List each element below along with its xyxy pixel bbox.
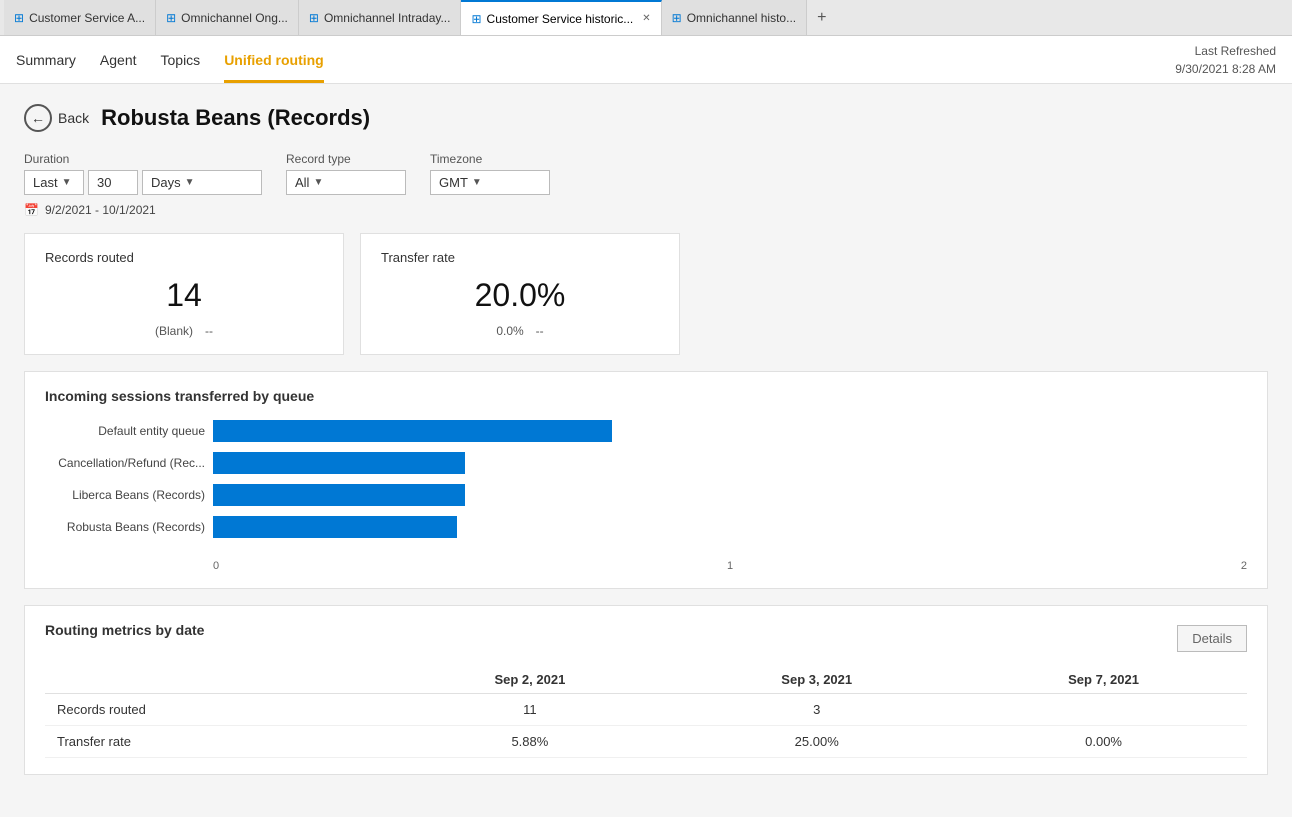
- nav-unified-routing[interactable]: Unified routing: [224, 36, 324, 83]
- nav-bar: Summary Agent Topics Unified routing Las…: [0, 36, 1292, 84]
- chevron-down-icon-3: ▼: [313, 177, 323, 188]
- table-row: Records routed113: [45, 694, 1247, 726]
- tab-bar: ⊞ Customer Service A... ⊞ Omnichannel On…: [0, 0, 1292, 36]
- tab-icon-4: ⊞: [471, 12, 481, 26]
- record-type-select[interactable]: All ▼: [286, 170, 406, 195]
- table-cell: 5.88%: [386, 726, 673, 758]
- chevron-down-icon-4: ▼: [472, 177, 482, 188]
- duration-number-input[interactable]: 30: [88, 170, 138, 195]
- nav-summary[interactable]: Summary: [16, 36, 76, 83]
- timezone-filter: Timezone GMT ▼: [430, 152, 550, 195]
- table-row: Transfer rate5.88%25.00%0.00%: [45, 726, 1247, 758]
- nav-links: Summary Agent Topics Unified routing: [16, 36, 324, 83]
- last-refreshed: Last Refreshed 9/30/2021 8:28 AM: [1175, 42, 1276, 78]
- routing-metrics-title: Routing metrics by date: [45, 622, 204, 638]
- bar-row: Cancellation/Refund (Rec...: [45, 452, 1247, 474]
- table-row-label: Records routed: [45, 694, 386, 726]
- bar: [213, 516, 457, 538]
- nav-topics[interactable]: Topics: [161, 36, 201, 83]
- bar: [213, 420, 612, 442]
- table-cell: [960, 694, 1247, 726]
- table-header: Sep 7, 2021: [960, 666, 1247, 694]
- table-header: Sep 3, 2021: [673, 666, 960, 694]
- duration-preset-select[interactable]: Last ▼: [24, 170, 84, 195]
- back-circle-icon: ←: [24, 104, 52, 132]
- records-routed-card: Records routed 14 (Blank) --: [24, 233, 344, 355]
- routing-metrics-section: Routing metrics by date Details Sep 2, 2…: [24, 605, 1268, 775]
- transfer-rate-value: 20.0%: [381, 277, 659, 314]
- calendar-icon: 📅: [24, 203, 39, 217]
- close-tab-icon[interactable]: ✕: [642, 13, 650, 24]
- add-tab-button[interactable]: +: [807, 0, 836, 35]
- tab-omnichannel-histo[interactable]: ⊞ Omnichannel histo...: [662, 0, 807, 35]
- table-cell: 11: [386, 694, 673, 726]
- axis-label: 1: [727, 560, 733, 572]
- bar-axis: 0 1 2: [213, 560, 1247, 572]
- bar: [213, 484, 465, 506]
- records-routed-footer: (Blank) --: [45, 324, 323, 338]
- transfer-rate-footer: 0.0% --: [381, 324, 659, 338]
- bar-row: Robusta Beans (Records): [45, 516, 1247, 538]
- cards-row: Records routed 14 (Blank) -- Transfer ra…: [24, 233, 1268, 355]
- tab-icon-5: ⊞: [672, 11, 682, 25]
- table-section-header: Routing metrics by date Details: [45, 622, 1247, 654]
- table-cell: 3: [673, 694, 960, 726]
- axis-label: 2: [1241, 560, 1247, 572]
- tab-customer-service-historic[interactable]: ⊞ Customer Service historic... ✕: [461, 0, 661, 35]
- back-button[interactable]: ← Back: [24, 104, 89, 132]
- tab-icon-3: ⊞: [309, 11, 319, 25]
- tab-icon-1: ⊞: [14, 11, 24, 25]
- nav-agent[interactable]: Agent: [100, 36, 137, 83]
- records-routed-value: 14: [45, 277, 323, 314]
- duration-unit-select[interactable]: Days ▼: [142, 170, 262, 195]
- duration-filter: Duration Last ▼ 30 Days ▼: [24, 152, 262, 195]
- tab-icon-2: ⊞: [166, 11, 176, 25]
- main-content: ← Back Robusta Beans (Records) Duration …: [0, 84, 1292, 817]
- bar-row: Liberca Beans (Records): [45, 484, 1247, 506]
- bar: [213, 452, 465, 474]
- transfer-rate-title: Transfer rate: [381, 250, 659, 265]
- date-range: 📅 9/2/2021 - 10/1/2021: [24, 203, 1268, 217]
- page-title: Robusta Beans (Records): [101, 105, 370, 131]
- details-button[interactable]: Details: [1177, 625, 1247, 652]
- axis-label: 0: [213, 560, 219, 572]
- chart-title: Incoming sessions transferred by queue: [45, 388, 1247, 404]
- chevron-down-icon: ▼: [62, 177, 72, 188]
- chart-section: Incoming sessions transferred by queue D…: [24, 371, 1268, 589]
- duration-controls: Last ▼ 30 Days ▼: [24, 170, 262, 195]
- bar-row: Default entity queue: [45, 420, 1247, 442]
- table-cell: 0.00%: [960, 726, 1247, 758]
- filters-row: Duration Last ▼ 30 Days ▼ Record type Al…: [24, 152, 1268, 195]
- back-row: ← Back Robusta Beans (Records): [24, 104, 1268, 132]
- table-header: [45, 666, 386, 694]
- transfer-rate-card: Transfer rate 20.0% 0.0% --: [360, 233, 680, 355]
- chevron-down-icon-2: ▼: [185, 177, 195, 188]
- timezone-select[interactable]: GMT ▼: [430, 170, 550, 195]
- tab-customer-service-a[interactable]: ⊞ Customer Service A...: [4, 0, 156, 35]
- table-row-label: Transfer rate: [45, 726, 386, 758]
- records-routed-title: Records routed: [45, 250, 323, 265]
- tab-omnichannel-intraday[interactable]: ⊞ Omnichannel Intraday...: [299, 0, 462, 35]
- tab-omnichannel-ong[interactable]: ⊞ Omnichannel Ong...: [156, 0, 299, 35]
- table-cell: 25.00%: [673, 726, 960, 758]
- table-header: Sep 2, 2021: [386, 666, 673, 694]
- routing-metrics-table: Sep 2, 2021Sep 3, 2021Sep 7, 2021Records…: [45, 666, 1247, 758]
- bar-chart: Default entity queue Cancellation/Refund …: [45, 420, 1247, 556]
- record-type-filter: Record type All ▼: [286, 152, 406, 195]
